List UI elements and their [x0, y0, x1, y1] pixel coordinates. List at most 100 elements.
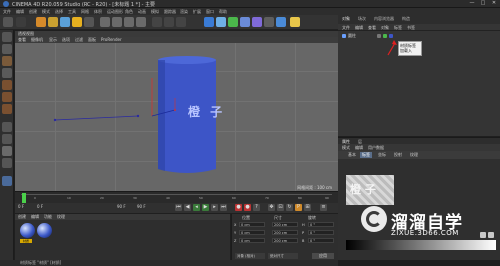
tab-content-browser[interactable]: 内容浏览器: [374, 16, 394, 22]
autokey-icon[interactable]: ●: [244, 204, 251, 211]
render-picture-viewer-icon[interactable]: [164, 17, 174, 27]
obj-menu-file[interactable]: 文件: [342, 24, 350, 31]
workplane-icon[interactable]: [2, 68, 12, 78]
menu-simulate[interactable]: 模拟: [151, 8, 159, 15]
timeline-menu-icon[interactable]: ≡: [320, 204, 327, 211]
polygons-mode-icon[interactable]: [2, 104, 12, 114]
subtab-basic[interactable]: 基本: [346, 152, 358, 158]
coord-mode-select[interactable]: 对象 (相对): [235, 253, 265, 259]
menu-create[interactable]: 创建: [29, 8, 37, 15]
menu-mograph[interactable]: 运动图形: [107, 8, 123, 15]
pla-key-icon[interactable]: ⊞: [304, 204, 311, 211]
watermark-logo-mark: [366, 211, 382, 227]
recent-tools-icon[interactable]: [84, 17, 94, 27]
menu-tools[interactable]: 工具: [68, 8, 76, 15]
obj-menu-bookmarks[interactable]: 书签: [407, 24, 415, 31]
current-frame-start[interactable]: 0 F: [37, 204, 43, 209]
scale-key-icon[interactable]: ⊡: [277, 204, 284, 211]
go-to-end-icon[interactable]: ⏭: [220, 204, 227, 211]
menu-window[interactable]: 窗口: [206, 8, 214, 15]
menu-animate[interactable]: 动画: [138, 8, 146, 15]
rotate-tool-icon[interactable]: [60, 17, 70, 27]
menu-mesh[interactable]: 网格: [81, 8, 89, 15]
playhead[interactable]: [22, 193, 26, 203]
camera-icon[interactable]: [276, 17, 286, 27]
close-button[interactable]: ✕: [490, 1, 498, 6]
x-axis-icon[interactable]: [100, 17, 110, 27]
cube-object-icon[interactable]: [204, 17, 214, 27]
material-swatch[interactable]: [20, 223, 35, 238]
menu-help[interactable]: 帮助: [219, 8, 227, 15]
position-key-icon[interactable]: ✥: [268, 204, 275, 211]
render-settings-icon[interactable]: [176, 17, 186, 27]
previous-key-icon[interactable]: ◀: [184, 204, 191, 211]
start-frame[interactable]: 0 F: [18, 204, 24, 209]
preview-end-frame[interactable]: 90 F: [137, 204, 146, 209]
lock-workplane-icon[interactable]: [2, 158, 12, 168]
subtab-tag[interactable]: 标签: [360, 152, 372, 158]
texture-mode-icon[interactable]: [2, 56, 12, 66]
render-view-icon[interactable]: [152, 17, 162, 27]
apply-button[interactable]: 应用: [312, 253, 334, 259]
subtab-projection[interactable]: 投射: [392, 152, 404, 158]
tab-objects[interactable]: 对象: [342, 16, 350, 22]
record-icon[interactable]: ●: [235, 204, 242, 211]
redo-icon[interactable]: [16, 17, 26, 27]
rotation-key-icon[interactable]: ↻: [286, 204, 293, 211]
light-icon[interactable]: [290, 17, 300, 27]
live-select-icon[interactable]: [72, 17, 82, 27]
deformer-icon[interactable]: [252, 17, 262, 27]
menu-file[interactable]: 文件: [3, 8, 11, 15]
keyframe-selection-icon[interactable]: ?: [253, 204, 260, 211]
coordinate-system-icon[interactable]: [136, 17, 146, 27]
menu-render[interactable]: 渲染: [180, 8, 188, 15]
model-mode-icon[interactable]: [2, 44, 12, 54]
next-key-icon[interactable]: ▸: [211, 204, 218, 211]
go-to-start-icon[interactable]: ⏮: [175, 204, 182, 211]
play-forward-icon[interactable]: ▶: [202, 204, 209, 211]
menu-volume[interactable]: 体积: [94, 8, 102, 15]
obj-menu-tags[interactable]: 标签: [394, 24, 402, 31]
z-axis-icon[interactable]: [124, 17, 134, 27]
menu-extensions[interactable]: 扩展: [193, 8, 201, 15]
obj-menu-objects[interactable]: 对象: [381, 24, 389, 31]
make-editable-icon[interactable]: [2, 32, 12, 42]
material-swatch-2[interactable]: [37, 223, 52, 238]
obj-menu-edit[interactable]: 编辑: [355, 24, 363, 31]
menu-mode[interactable]: 模式: [42, 8, 50, 15]
material-name-label[interactable]: 材质: [20, 239, 32, 243]
menu-edit[interactable]: 编辑: [16, 8, 24, 15]
expand-icon[interactable]: [480, 232, 486, 238]
array-icon[interactable]: [240, 17, 250, 27]
end-frame[interactable]: 90 F: [117, 204, 126, 209]
edges-mode-icon[interactable]: [2, 92, 12, 102]
color-picker-icon[interactable]: [488, 232, 494, 238]
parameter-key-icon[interactable]: P: [295, 204, 302, 211]
undo-icon[interactable]: [3, 17, 13, 27]
axis-mode-icon[interactable]: [2, 122, 12, 132]
play-backward-icon[interactable]: ◂: [193, 204, 200, 211]
y-axis-icon[interactable]: [112, 17, 122, 27]
sculpt-icon[interactable]: [2, 176, 12, 186]
subdivision-surface-icon[interactable]: [228, 17, 238, 27]
tab-structure[interactable]: 构造: [402, 16, 410, 22]
obj-menu-view[interactable]: 查看: [368, 24, 376, 31]
menu-tracker[interactable]: 跟踪器: [164, 8, 176, 15]
perspective-viewport[interactable]: 橙 子: [15, 43, 338, 191]
environment-icon[interactable]: [264, 17, 274, 27]
scale-tool-icon[interactable]: [48, 17, 58, 27]
solo-icon[interactable]: [2, 146, 12, 156]
move-tool-icon[interactable]: [36, 17, 46, 27]
subtab-texture[interactable]: 纹理: [408, 152, 420, 158]
minimize-button[interactable]: —: [468, 1, 476, 6]
size-mode-select[interactable]: 绝对尺寸: [268, 253, 298, 259]
snap-icon[interactable]: [2, 134, 12, 144]
menu-character[interactable]: 角色: [125, 8, 133, 15]
spline-pen-icon[interactable]: [216, 17, 226, 27]
points-mode-icon[interactable]: [2, 80, 12, 90]
maximize-button[interactable]: □: [479, 1, 487, 6]
tab-takes[interactable]: 场次: [358, 16, 366, 22]
subtab-coord[interactable]: 坐标: [376, 152, 388, 158]
timeline-ruler[interactable]: 0 10 20 30 40 50 60 70 80 90: [15, 191, 338, 203]
menu-select[interactable]: 选择: [55, 8, 63, 15]
